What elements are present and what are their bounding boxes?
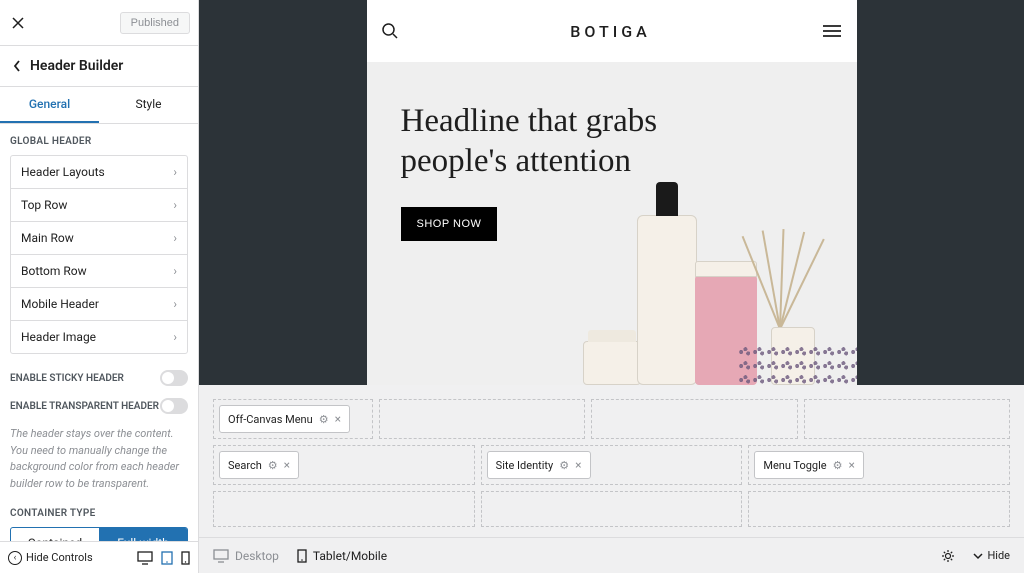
global-header-list: Header Layouts › Top Row › Main Row › Botto… (10, 155, 188, 354)
hide-label: Hide (987, 549, 1010, 562)
builder-cell[interactable] (748, 491, 1010, 527)
published-button[interactable]: Published (120, 12, 190, 34)
preview-frame: BOTIGA Headline that grabs people's atte… (367, 0, 857, 385)
container-fullwidth[interactable]: Full-width (99, 528, 187, 541)
chevron-right-icon: › (173, 264, 177, 278)
builder-footer: Desktop Tablet/Mobile Hide (199, 537, 1024, 573)
placed-label: Menu Toggle (763, 459, 826, 472)
placed-menu-toggle[interactable]: Menu Toggle ⚙ × (754, 451, 864, 479)
chevron-right-icon: › (173, 297, 177, 311)
chevron-right-icon: › (173, 165, 177, 179)
placed-label: Site Identity (496, 459, 554, 472)
builder-cell[interactable]: Menu Toggle ⚙ × (748, 445, 1010, 485)
builder-row-bottom (213, 491, 1010, 527)
sidebar-topbar: Published (0, 0, 198, 46)
search-icon[interactable] (381, 22, 399, 40)
view-tablet-mobile-button[interactable]: Tablet/Mobile (297, 549, 387, 563)
placed-site-identity[interactable]: Site Identity ⚙ × (487, 451, 591, 479)
device-switcher (137, 551, 190, 565)
mobile-icon[interactable] (181, 551, 190, 565)
builder-cell[interactable]: Site Identity ⚙ × (481, 445, 743, 485)
nav-item-label: Top Row (21, 198, 67, 212)
close-icon[interactable] (8, 13, 28, 33)
builder-panel: Off-Canvas Menu ⚙ × Search ⚙ × (199, 385, 1024, 537)
main-area: BOTIGA Headline that grabs people's atte… (199, 0, 1024, 573)
view-desktop-button[interactable]: Desktop (213, 549, 279, 563)
desktop-icon[interactable] (137, 551, 153, 565)
chevron-right-icon: › (173, 231, 177, 245)
remove-icon[interactable]: × (335, 412, 341, 426)
builder-cell[interactable]: Off-Canvas Menu ⚙ × (213, 399, 373, 439)
toggle-transparent-header: ENABLE TRANSPARENT HEADER (10, 398, 188, 414)
section-global-header-label: GLOBAL HEADER (10, 136, 188, 147)
nav-item-label: Main Row (21, 231, 74, 245)
toggle-switch[interactable] (160, 398, 188, 414)
toggle-sticky-header: ENABLE STICKY HEADER (10, 370, 188, 386)
nav-main-row[interactable]: Main Row › (11, 222, 187, 255)
gear-icon[interactable]: ⚙ (319, 413, 329, 426)
nav-header-image[interactable]: Header Image › (11, 321, 187, 353)
builder-grid: Off-Canvas Menu ⚙ × Search ⚙ × (213, 399, 1010, 527)
container-contained[interactable]: Contained (11, 528, 99, 541)
tabs: General Style (0, 87, 198, 124)
container-type-toggle: Contained Full-width (10, 527, 188, 541)
builder-cell[interactable]: Search ⚙ × (213, 445, 475, 485)
builder-row-offcanvas: Off-Canvas Menu ⚙ × (213, 399, 1010, 439)
view-label: Tablet/Mobile (313, 549, 387, 563)
nav-item-label: Mobile Header (21, 297, 99, 311)
nav-bottom-row[interactable]: Bottom Row › (11, 255, 187, 288)
hero-image (577, 165, 857, 385)
builder-cell[interactable] (213, 491, 475, 527)
builder-row-main: Search ⚙ × Site Identity ⚙ × (213, 445, 1010, 485)
remove-icon[interactable]: × (284, 458, 290, 472)
gear-icon[interactable]: ⚙ (559, 459, 569, 472)
logo[interactable]: BOTIGA (570, 22, 651, 41)
chevron-left-icon: ‹ (8, 551, 22, 565)
toggle-switch[interactable] (160, 370, 188, 386)
toggle-label: ENABLE TRANSPARENT HEADER (10, 401, 159, 412)
section-container-type-label: CONTAINER TYPE (10, 508, 188, 519)
panel-title: Header Builder (30, 58, 123, 74)
placed-offcanvas-menu[interactable]: Off-Canvas Menu ⚙ × (219, 405, 350, 433)
gear-icon[interactable]: ⚙ (268, 459, 278, 472)
remove-icon[interactable]: × (848, 458, 854, 472)
preview-mobile-header: BOTIGA (367, 0, 857, 62)
preview-area: BOTIGA Headline that grabs people's atte… (199, 0, 1024, 385)
nav-top-row[interactable]: Top Row › (11, 189, 187, 222)
nav-mobile-header[interactable]: Mobile Header › (11, 288, 187, 321)
nav-item-label: Bottom Row (21, 264, 87, 278)
chevron-right-icon: › (173, 198, 177, 212)
hero-section: Headline that grabs people's attention S… (367, 62, 857, 385)
hide-controls-button[interactable]: ‹ Hide Controls (8, 551, 127, 565)
sidebar: Published Header Builder General Style G… (0, 0, 199, 573)
transparent-helper-text: The header stays over the content. You n… (10, 426, 188, 492)
sidebar-footer: ‹ Hide Controls (0, 541, 198, 573)
tab-style[interactable]: Style (99, 87, 198, 123)
hide-builder-button[interactable]: Hide (973, 549, 1010, 562)
builder-cell[interactable] (481, 491, 743, 527)
placed-label: Off-Canvas Menu (228, 413, 313, 426)
shop-now-button[interactable]: SHOP NOW (401, 207, 498, 241)
placed-search[interactable]: Search ⚙ × (219, 451, 299, 479)
tablet-icon[interactable] (161, 551, 173, 565)
hamburger-icon[interactable] (822, 24, 842, 38)
builder-cell[interactable] (591, 399, 797, 439)
gear-icon[interactable]: ⚙ (833, 459, 843, 472)
placed-label: Search (228, 459, 262, 472)
toggle-label: ENABLE STICKY HEADER (10, 373, 124, 384)
builder-cell[interactable] (379, 399, 585, 439)
chevron-right-icon: › (173, 330, 177, 344)
hide-controls-label: Hide Controls (26, 551, 93, 564)
builder-settings-icon[interactable] (941, 549, 955, 563)
nav-item-label: Header Layouts (21, 165, 105, 179)
nav-header-layouts[interactable]: Header Layouts › (11, 156, 187, 189)
sidebar-content: GLOBAL HEADER Header Layouts › Top Row › M… (0, 124, 198, 541)
tab-general[interactable]: General (0, 87, 99, 123)
nav-item-label: Header Image (21, 330, 96, 344)
remove-icon[interactable]: × (575, 458, 581, 472)
panel-header: Header Builder (0, 46, 198, 87)
view-label: Desktop (235, 549, 279, 563)
builder-cell[interactable] (804, 399, 1010, 439)
back-icon[interactable] (12, 59, 22, 73)
